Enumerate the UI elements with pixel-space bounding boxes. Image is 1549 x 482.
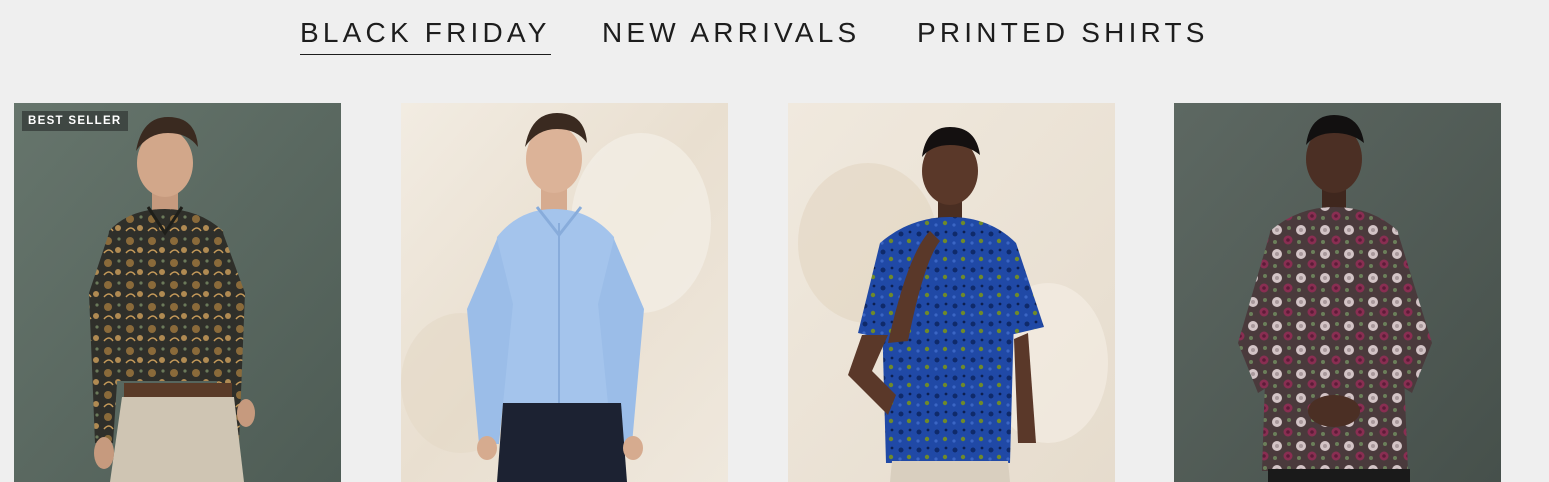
product-image-4 <box>1174 103 1501 482</box>
product-image-2 <box>401 103 728 482</box>
product-image-3 <box>788 103 1115 482</box>
product-image-1 <box>14 103 341 482</box>
collection-tabs: BLACK FRIDAY NEW ARRIVALS PRINTED SHIRTS <box>0 0 1549 70</box>
tab-printed-shirts[interactable]: PRINTED SHIRTS <box>917 16 1209 54</box>
best-seller-badge: BEST SELLER <box>22 111 128 131</box>
product-card-4[interactable] <box>1174 103 1501 482</box>
product-card-2[interactable] <box>401 103 728 482</box>
product-card-1[interactable]: BEST SELLER <box>14 103 341 482</box>
tab-black-friday[interactable]: BLACK FRIDAY <box>300 16 551 55</box>
tab-new-arrivals[interactable]: NEW ARRIVALS <box>602 16 860 54</box>
product-card-3[interactable] <box>788 103 1115 482</box>
